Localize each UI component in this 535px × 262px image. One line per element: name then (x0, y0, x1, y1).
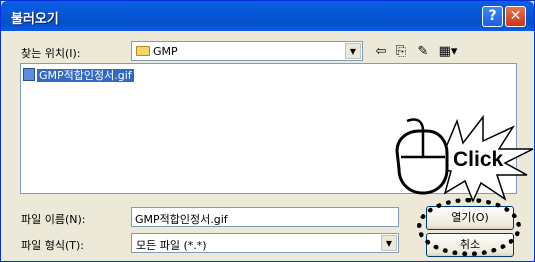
file-name: GMP적합인정서.gif (37, 69, 134, 82)
help-button[interactable]: ? (482, 6, 503, 27)
filetype-label: 파일 형식(T): (21, 239, 84, 252)
location-value: GMP (153, 45, 178, 58)
view-menu-icon[interactable]: ▦▾ (435, 44, 461, 60)
location-value-wrap: GMP (136, 45, 178, 58)
new-folder-icon[interactable]: ✎ (415, 44, 431, 60)
chevron-down-icon[interactable]: ▼ (345, 43, 361, 59)
back-icon[interactable]: ⇦ (373, 44, 389, 60)
image-file-icon (23, 68, 35, 81)
chevron-down-icon[interactable]: ▼ (381, 235, 397, 251)
close-button[interactable]: ✕ (505, 6, 526, 27)
up-folder-icon[interactable]: ⎘ (393, 44, 409, 60)
location-dropdown[interactable]: GMP ▼ (131, 41, 363, 61)
list-item[interactable]: GMP적합인정서.gif (23, 67, 134, 82)
folder-icon (136, 46, 150, 56)
click-highlight-circle (417, 198, 521, 256)
location-label: 찾는 위치(I): (21, 47, 81, 60)
click-annotation-text: Click (453, 148, 504, 171)
filename-field[interactable]: GMP적합인정서.gif (131, 207, 399, 227)
open-file-dialog: 불러오기 ? ✕ 찾는 위치(I): GMP ▼ ⇦ ⎘ ✎ ▦▾ GMP적합인… (0, 0, 535, 262)
filetype-dropdown[interactable]: 모든 파일 (*.*) ▼ (131, 233, 399, 253)
filetype-value: 모든 파일 (*.*) (136, 239, 207, 252)
title-bar[interactable]: 불러오기 ? ✕ (1, 1, 534, 31)
dialog-title: 불러오기 (11, 12, 59, 27)
filename-value: GMP적합인정서.gif (135, 213, 228, 226)
filename-label: 파일 이름(N): (21, 213, 86, 226)
mouse-icon (395, 118, 449, 195)
